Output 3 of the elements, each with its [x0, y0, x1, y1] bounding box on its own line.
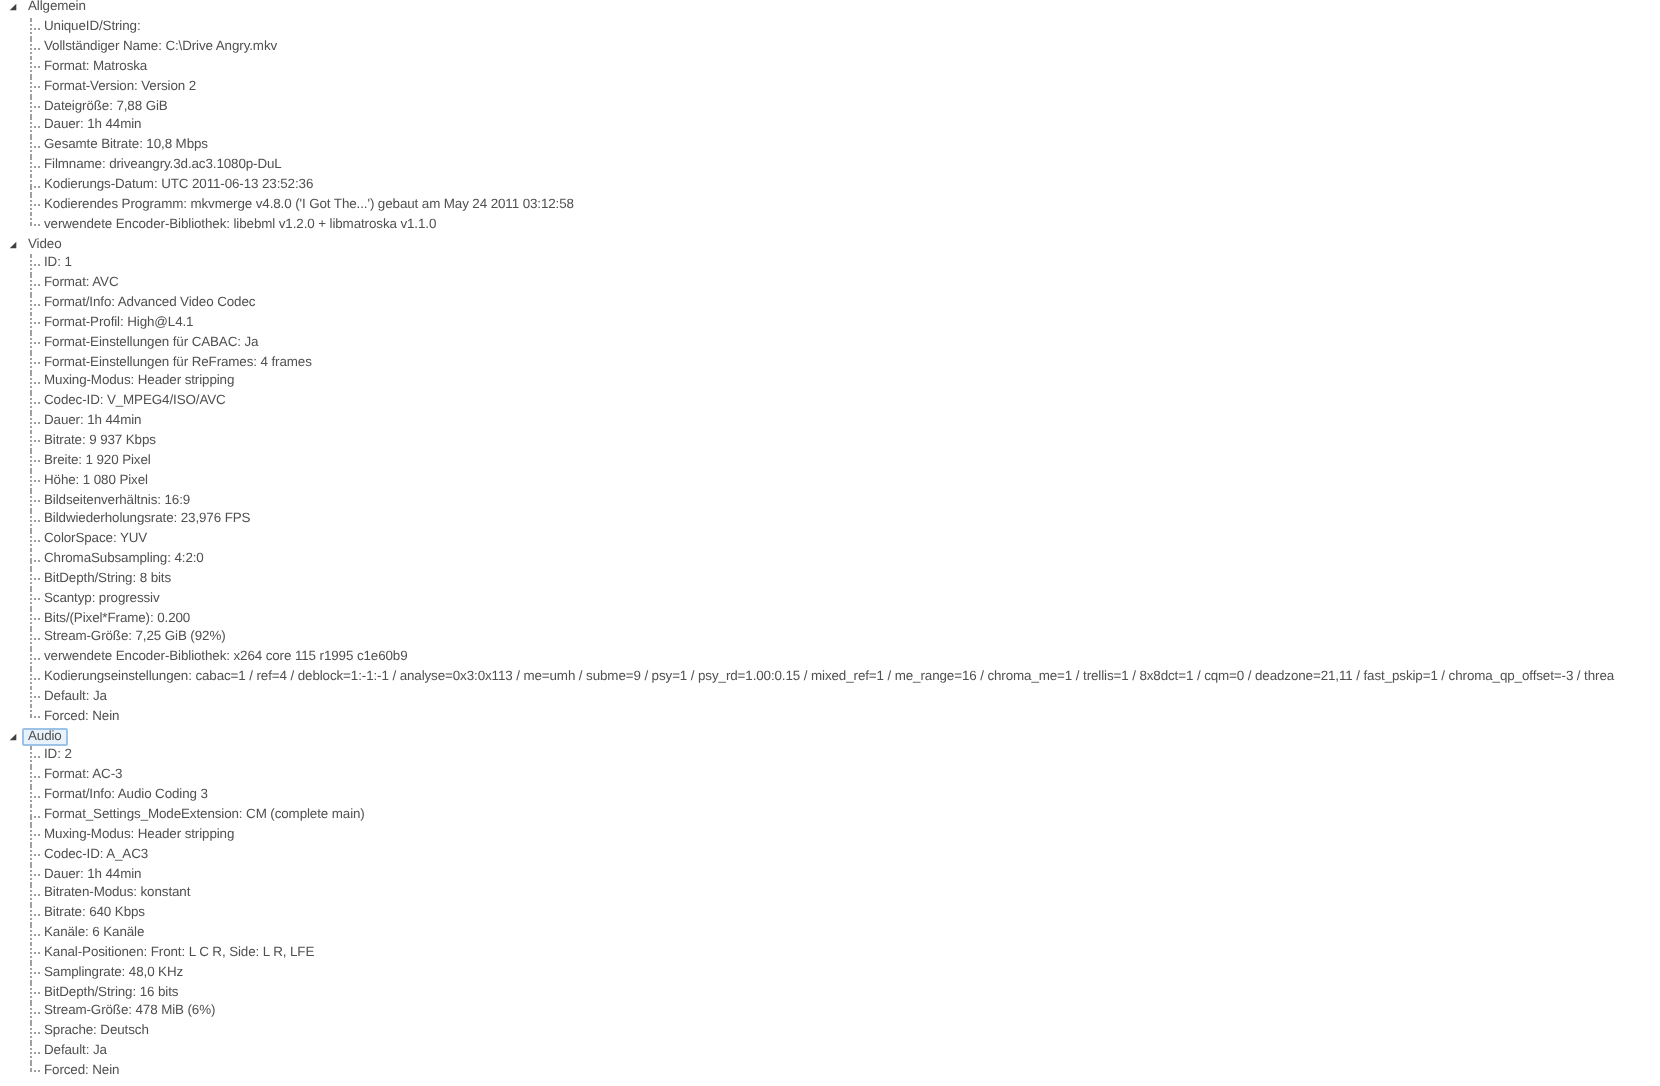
collapse-arrow-icon[interactable] [8, 2, 18, 13]
collapse-arrow-icon[interactable] [8, 239, 18, 250]
collapse-arrow-icon[interactable] [8, 731, 18, 742]
